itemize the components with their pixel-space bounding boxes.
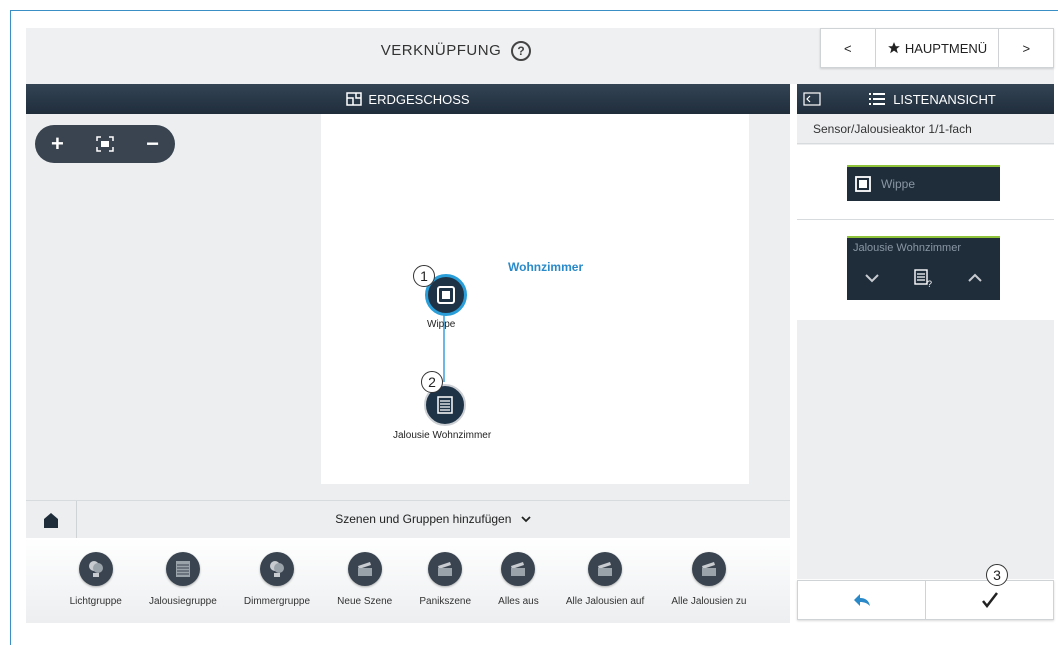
marker-2: 2 bbox=[421, 371, 443, 393]
back-button[interactable] bbox=[798, 581, 926, 619]
jalousie-chip-label: Jalousie Wohnzimmer bbox=[853, 242, 962, 254]
wippe-chip[interactable]: Wippe bbox=[847, 165, 1000, 201]
chevron-up-icon[interactable] bbox=[967, 273, 983, 283]
blind-icon bbox=[165, 552, 200, 586]
tray-item-alles-aus[interactable]: Alles aus bbox=[498, 538, 539, 607]
clapper-icon bbox=[588, 552, 623, 586]
tray-item-jalousiegruppe[interactable]: Jalousiegruppe bbox=[149, 538, 217, 607]
scene-bar: Szenen und Gruppen hinzufügen bbox=[26, 500, 790, 538]
clapper-icon bbox=[428, 552, 463, 586]
zoom-in-button[interactable]: + bbox=[51, 131, 64, 157]
tray-label: Jalousiegruppe bbox=[148, 596, 217, 607]
checkmark-icon bbox=[981, 592, 998, 608]
scene-tray: Lichtgruppe Jalousiegruppe Dimmergruppe … bbox=[26, 538, 790, 623]
panel-toggle[interactable] bbox=[797, 84, 827, 114]
bulb-icon bbox=[259, 552, 294, 586]
house-icon bbox=[44, 512, 58, 528]
tray-label: Alle Jalousien auf bbox=[565, 596, 645, 607]
main-menu-button[interactable]: HAUPTMENÜ bbox=[876, 29, 1000, 67]
title-text: VERKNÜPFUNG bbox=[380, 42, 502, 59]
tray-label: Alle Jalousien zu bbox=[671, 596, 747, 607]
next-button[interactable]: > bbox=[999, 29, 1053, 67]
help-icon[interactable]: ? bbox=[511, 41, 532, 62]
back-arrow-icon bbox=[853, 594, 870, 606]
tray-item-alle-jalousien-zu[interactable]: Alle Jalousien zu bbox=[671, 538, 746, 607]
list-icon bbox=[869, 93, 886, 105]
list-view-button[interactable]: LISTENANSICHT bbox=[869, 92, 996, 107]
tray-item-alle-jalousien-auf[interactable]: Alle Jalousien auf bbox=[566, 538, 644, 607]
nav-box: < HAUPTMENÜ > bbox=[820, 28, 1054, 68]
actuator-section: Jalousie Wohnzimmer ? bbox=[797, 220, 1054, 320]
tray-item-neue-szene[interactable]: Neue Szene bbox=[337, 538, 392, 607]
sensor-section: Wippe bbox=[797, 145, 1054, 220]
connection-line bbox=[443, 307, 445, 382]
switch-icon bbox=[437, 286, 455, 304]
wippe-label: Wippe bbox=[427, 319, 456, 330]
home-button[interactable] bbox=[26, 501, 77, 538]
tray-label: Dimmergruppe bbox=[243, 596, 311, 607]
page-title: VERKNÜPFUNG? bbox=[26, 28, 886, 84]
tray-item-panikszene[interactable]: Panikszene bbox=[419, 538, 471, 607]
floor-label: ERDGESCHOSS bbox=[368, 91, 470, 107]
clapper-icon bbox=[691, 552, 726, 586]
confirm-button[interactable] bbox=[926, 581, 1053, 619]
panel-toggle-icon bbox=[803, 92, 821, 106]
wippe-chip-label: Wippe bbox=[881, 177, 916, 191]
fit-view-button[interactable] bbox=[96, 136, 114, 152]
add-scenes-label: Szenen und Gruppen hinzufügen bbox=[335, 512, 512, 526]
jalousie-label: Jalousie Wohnzimmer bbox=[393, 430, 492, 441]
zoom-control: + − bbox=[35, 125, 175, 163]
zoom-out-button[interactable]: − bbox=[146, 131, 159, 157]
jalousie-chip[interactable]: Jalousie Wohnzimmer ? bbox=[847, 236, 1000, 300]
prev-button[interactable]: < bbox=[821, 29, 876, 67]
list-bar: LISTENANSICHT bbox=[797, 84, 1054, 114]
list-view-label: LISTENANSICHT bbox=[893, 91, 996, 107]
clapper-icon bbox=[501, 552, 536, 586]
device-title: Sensor/Jalousieaktor 1/1-fach bbox=[797, 114, 1054, 144]
tray-label: Panikszene bbox=[419, 596, 472, 607]
chevron-down-icon bbox=[521, 516, 531, 523]
floor-plan: Wohnzimmer 1 Wippe 2 Jalousie Wohnzimmer bbox=[321, 114, 749, 484]
marker-1: 1 bbox=[413, 265, 435, 287]
tray-item-lichtgruppe[interactable]: Lichtgruppe bbox=[70, 538, 122, 607]
svg-text:?: ? bbox=[927, 279, 932, 288]
marker-3: 3 bbox=[986, 564, 1008, 586]
blind-unknown-icon[interactable]: ? bbox=[913, 268, 933, 288]
tray-label: Neue Szene bbox=[337, 596, 393, 607]
panel-footer bbox=[797, 580, 1054, 620]
tray-label: Alles aus bbox=[498, 596, 539, 607]
bulb-icon bbox=[78, 552, 113, 586]
clapper-icon bbox=[347, 552, 382, 586]
list-panel: Sensor/Jalousieaktor 1/1-fach Wippe Jalo… bbox=[797, 114, 1054, 579]
main-menu-label: HAUPTMENÜ bbox=[904, 40, 988, 56]
room-label: Wohnzimmer bbox=[508, 260, 584, 274]
tray-item-dimmergruppe[interactable]: Dimmergruppe bbox=[244, 538, 310, 607]
floorplan-icon bbox=[346, 92, 363, 106]
tray-label: Lichtgruppe bbox=[69, 596, 122, 607]
floor-bar[interactable]: ERDGESCHOSS bbox=[26, 84, 790, 114]
chevron-down-icon[interactable] bbox=[864, 273, 880, 283]
add-scenes-toggle[interactable]: Szenen und Gruppen hinzufügen bbox=[76, 501, 790, 538]
blind-icon bbox=[437, 396, 453, 414]
star-icon bbox=[887, 42, 900, 54]
switch-icon bbox=[855, 176, 871, 192]
